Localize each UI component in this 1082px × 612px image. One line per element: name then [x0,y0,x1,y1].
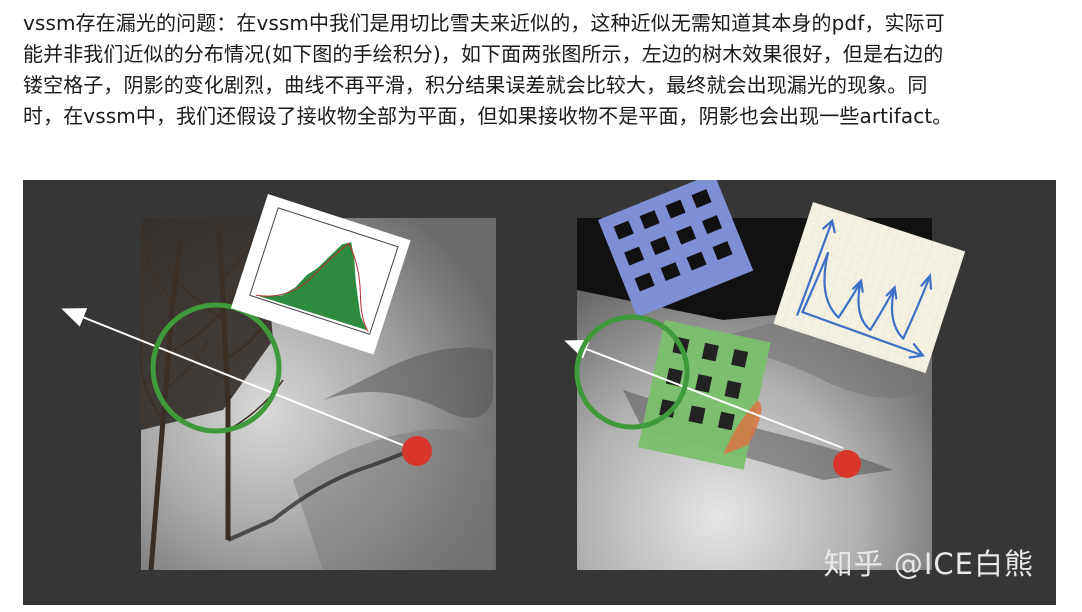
paragraph-line-2: 能并非我们近似的分布情况(如下图的手绘积分)，如下面两张图所示，左边的树木效果很… [23,42,944,66]
paragraph-line-1: vssm存在漏光的问题：在vssm中我们是用切比雪夫来近似的，这种近似无需知道其… [23,11,945,35]
left-light-source [402,436,432,466]
paragraph-line-3: 镂空格子，阴影的变化剧烈，曲线不再平滑，积分结果误差就会比较大，最终就会出现漏光… [23,73,928,97]
vssm-illustration-figure: 知乎 @ICE白熊 [23,180,1056,605]
right-light-source [833,450,861,478]
left-panel-tree-scene [61,193,496,571]
body-paragraph: vssm存在漏光的问题：在vssm中我们是用切比雪夫来近似的，这种近似无需知道其… [23,8,1063,132]
zhihu-watermark: 知乎 @ICE白熊 [823,547,1034,581]
right-panel-grid-scene [564,180,966,570]
paragraph-line-4: 时，在vssm中，我们还假设了接收物全部为平面，但如果接收物不是平面，阴影也会出… [23,104,953,128]
